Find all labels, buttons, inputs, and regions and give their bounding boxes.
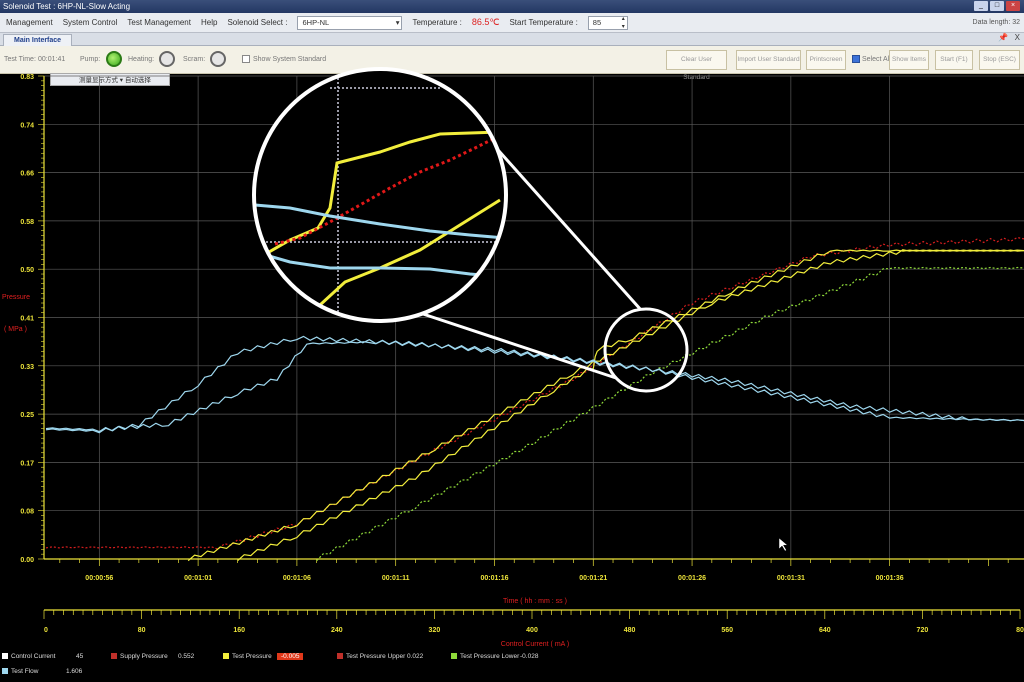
current-tick-label: 560 — [721, 627, 733, 634]
y-tick-label: 0.08 — [20, 509, 34, 516]
y-tick-label: 0.50 — [20, 267, 34, 274]
legend-swatch — [2, 653, 8, 660]
x-tick-label: 00:01:11 — [382, 575, 410, 582]
x2-axis-label: Control Current ( mA ) — [501, 641, 569, 648]
legend-label: Control Current — [11, 653, 56, 660]
legend-swatch — [223, 653, 229, 660]
series-supply-pressure — [45, 236, 1024, 550]
y-tick-label: 0.17 — [20, 460, 34, 467]
legend-value: 45 — [76, 653, 84, 660]
legend-label: Supply Pressure — [120, 653, 168, 660]
y-axis-ticks: 0.83 0.74 0.66 0.58 0.50 0.41 0.33 0.25 0.17 0.08… — [20, 74, 34, 564]
legend-value: 0.022 — [407, 653, 424, 660]
legend-swatch — [111, 653, 117, 660]
current-tick-label: 240 — [331, 627, 343, 634]
legend-value: -0.028 — [520, 653, 539, 660]
legend-test-pressure-lower: Test Pressure Lower -0.028 — [451, 653, 538, 660]
legend-swatch — [337, 653, 343, 660]
current-tick-label: 320 — [429, 627, 441, 634]
legend-swatch — [451, 653, 457, 660]
x-tick-label: 00:01:06 — [283, 575, 311, 582]
x-tick-label: 00:01:36 — [876, 575, 904, 582]
chart-series — [45, 236, 1024, 562]
y-tick-label: 0.74 — [20, 122, 34, 129]
x-tick-label: 00:01:01 — [184, 575, 212, 582]
current-tick-label: 480 — [624, 627, 636, 634]
y-tick-label: 0.33 — [20, 364, 34, 371]
legend-control-current: Control Current 45 — [2, 653, 83, 660]
y-tick-label: 0.58 — [20, 219, 34, 226]
current-tick-label: 0 — [44, 627, 48, 634]
legend-test-pressure-upper: Test Pressure Upper 0.022 — [337, 653, 423, 660]
y-tick-label: 0.41 — [20, 316, 34, 323]
x-axis-label: Time ( hh : mm : ss ) — [503, 598, 567, 605]
x-tick-label: 00:00:56 — [85, 575, 113, 582]
y-tick-label: 0.25 — [20, 412, 34, 419]
pressure-time-chart: 0.83 0.74 0.66 0.58 0.50 0.41 0.33 0.25 0.17 0.08… — [2, 67, 1024, 648]
legend-value: 0.552 — [178, 653, 195, 660]
y-axis-label: Pressure — [2, 294, 30, 301]
current-tick-label: 80 — [138, 627, 146, 634]
x-tick-label: 00:01:16 — [480, 575, 508, 582]
legend-label: Test Pressure Lower — [460, 653, 520, 660]
current-tick-label: 720 — [917, 627, 929, 634]
legend-test-pressure: Test Pressure -0.005 — [223, 653, 304, 660]
legend-test-flow: Test Flow 1.606 — [2, 668, 82, 675]
zoom-callout — [252, 67, 689, 393]
y-tick-label: 0.83 — [20, 74, 34, 81]
y-axis-unit: ( MPa ) — [4, 326, 27, 333]
chart-grid — [44, 75, 1024, 560]
legend-value: 1.606 — [66, 668, 83, 675]
current-tick-label: 80 — [1016, 627, 1024, 634]
x-tick-label: 00:01:31 — [777, 575, 805, 582]
legend-label: Test Flow — [11, 668, 39, 675]
series-test-flow — [45, 339, 1024, 433]
y-tick-label: 0.00 — [20, 557, 34, 564]
legend-swatch — [2, 668, 8, 675]
current-tick-label: 160 — [233, 627, 245, 634]
x-tick-label: 00:01:26 — [678, 575, 706, 582]
chart-axes — [38, 75, 1024, 619]
legend-supply-pressure: Supply Pressure 0.552 — [111, 653, 194, 660]
legend-label: Test Pressure Upper — [346, 653, 406, 660]
current-tick-label: 400 — [526, 627, 538, 634]
legend-value: -0.005 — [277, 653, 304, 660]
mouse-cursor-icon — [778, 537, 789, 552]
x-tick-label: 00:01:21 — [579, 575, 607, 582]
y-tick-label: 0.66 — [20, 171, 34, 178]
current-tick-label: 640 — [819, 627, 831, 634]
legend-label: Test Pressure — [232, 653, 272, 660]
